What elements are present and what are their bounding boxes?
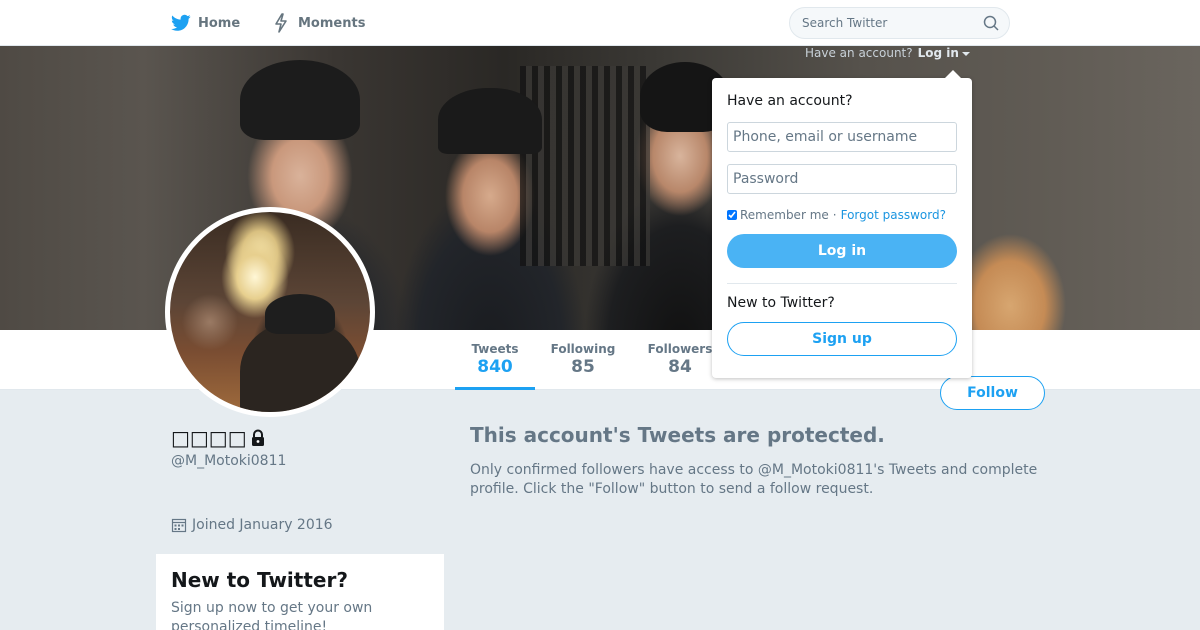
search-box: [789, 7, 1010, 39]
profile-name-row: □□□□: [171, 426, 269, 450]
login-dropdown-toggle[interactable]: Log in: [918, 46, 959, 60]
nav-moments-label: Moments: [298, 15, 366, 31]
stat-followers[interactable]: Followers 84: [640, 342, 720, 377]
search-icon[interactable]: [983, 15, 999, 31]
account-prompt: Have an account? Log in: [805, 46, 970, 60]
remember-me-checkbox[interactable]: [727, 210, 737, 220]
joined-text: Joined January 2016: [192, 517, 333, 533]
nav-moments[interactable]: Moments: [270, 12, 365, 34]
joined-date: Joined January 2016: [171, 517, 333, 533]
divider: [727, 283, 957, 284]
nav-home-label: Home: [198, 15, 241, 31]
login-dropdown-title: Have an account?: [727, 93, 853, 109]
lightning-icon: [270, 12, 292, 34]
protected-text: Only confirmed followers have access to …: [470, 462, 1038, 497]
protected-title: This account's Tweets are protected.: [470, 423, 885, 447]
stat-label: Followers: [647, 342, 713, 356]
banner-background-detail: [520, 66, 650, 266]
lock-icon: [249, 429, 269, 449]
profile-handle[interactable]: @M_Motoki0811: [171, 453, 286, 469]
banner-hat-shape: [240, 60, 360, 140]
signup-card-text: Sign up now to get your own personalized…: [171, 600, 373, 630]
stat-value: 85: [571, 357, 595, 377]
stat-following[interactable]: Following 85: [543, 342, 623, 377]
twitter-bird-icon: [170, 12, 192, 34]
stat-tweets[interactable]: Tweets 840: [455, 342, 535, 377]
signup-card-title: New to Twitter?: [171, 568, 348, 592]
login-button[interactable]: Log in: [727, 234, 957, 268]
calendar-icon: [171, 517, 187, 533]
username-field[interactable]: [727, 122, 957, 152]
separator-dot: ·: [832, 208, 837, 222]
avatar-photo-detail: [240, 322, 360, 412]
account-prompt-text: Have an account?: [805, 46, 913, 60]
new-to-twitter-label: New to Twitter?: [727, 295, 835, 311]
signup-button[interactable]: Sign up: [727, 322, 957, 356]
avatar-photo-detail: [265, 294, 335, 334]
password-field[interactable]: [727, 164, 957, 194]
forgot-password-link[interactable]: Forgot password?: [841, 208, 946, 222]
stat-value: 840: [477, 357, 513, 377]
top-navigation-bar: Home Moments: [0, 0, 1200, 46]
follow-button[interactable]: Follow: [940, 376, 1045, 410]
login-dropdown: Have an account? Remember me · Forgot pa…: [712, 70, 972, 378]
remember-row: Remember me · Forgot password?: [727, 208, 957, 222]
stat-value: 84: [668, 357, 692, 377]
stat-label: Tweets: [471, 342, 519, 356]
active-tab-indicator: [455, 387, 535, 390]
profile-name[interactable]: □□□□: [171, 426, 247, 450]
remember-me-label[interactable]: Remember me: [740, 208, 829, 222]
stat-label: Following: [550, 342, 616, 356]
caret-down-icon[interactable]: [961, 52, 970, 56]
signup-promo-card: New to Twitter? Sign up now to get your …: [156, 554, 444, 630]
profile-avatar[interactable]: [165, 207, 375, 417]
nav-home[interactable]: Home: [170, 12, 240, 34]
banner-cap-shape: [438, 88, 542, 154]
search-input[interactable]: [790, 8, 980, 38]
